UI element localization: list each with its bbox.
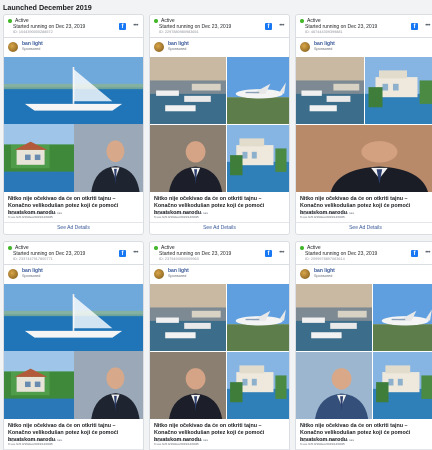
businessman-photo [296,352,372,419]
sponsored-label: Sponsored [314,47,333,51]
ad-link-caption: Nagrada za sve sudionike ove ljetne ture… [300,438,354,446]
ad-media[interactable] [150,57,289,192]
sponsored-label: Sponsored [314,274,333,278]
ad-id: ID: 2297880980983651 [159,30,199,34]
businessman-photo [150,352,226,419]
divider [150,222,289,223]
marina-photo [150,284,226,351]
villa-photo [373,352,432,419]
divider [296,37,432,38]
coastal-house-photo [4,124,74,192]
ad-link-caption: Nagrada za sve sudionike ove ljetne ture… [8,438,62,446]
yacht-photo [4,57,143,124]
active-dot-icon [300,246,304,250]
section-title: Launched December 2019 [3,3,92,12]
yacht-photo [4,284,143,351]
villa-photo [227,125,289,192]
villa-photo [365,57,432,124]
divider [4,222,143,223]
divider [296,264,432,265]
facebook-icon: f [411,250,418,257]
sponsored-label: Sponsored [168,47,187,51]
more-options-icon[interactable]: ••• [425,250,430,256]
ad-media[interactable] [4,57,143,192]
facebook-icon: f [119,250,126,257]
sponsored-label: Sponsored [22,274,41,278]
businessman-photo [74,124,143,192]
more-options-icon[interactable]: ••• [279,250,284,256]
ad-media[interactable] [150,284,289,419]
ad-link-url: fr.vox.hr/0.0/19/dec/2019/14/9045 [300,442,345,446]
avatar[interactable] [300,269,310,279]
ad-card: Active Started running on Dec 23, 2019 I… [149,14,290,235]
villa-photo [227,352,289,419]
ad-link-caption: Nagrada za sve sudionike ove ljetne ture… [154,211,208,219]
businessman-photo [296,125,432,192]
divider [4,264,143,265]
ad-link-url: fr.vox.hr/0.0/19/dec/2019/14/9045 [300,215,345,219]
more-options-icon[interactable]: ••• [279,23,284,29]
active-dot-icon [8,19,12,23]
ad-media[interactable] [296,57,432,192]
facebook-icon: f [411,23,418,30]
ad-grid: Active Started running on Dec 23, 2019 I… [3,14,432,450]
facebook-icon: f [265,23,272,30]
ad-link-caption: Nagrada za sve sudionike ove ljetne ture… [8,211,62,219]
private-jet-photo [227,57,289,124]
ad-id: ID: 2099978897063614 [305,257,345,261]
ad-id: ID: 2337447917600771 [13,257,53,261]
ad-id: ID: 1044390000288572 [13,30,53,34]
see-ad-details-link[interactable]: See Ad Details [4,225,143,231]
ad-media[interactable] [296,284,432,419]
divider [4,37,143,38]
avatar[interactable] [8,269,18,279]
active-dot-icon [8,246,12,250]
ad-link-url: fr.vox.hr/0.0/19/dec/2019/14/9045 [154,442,199,446]
ad-card: Active Started running on Dec 23, 2019 I… [149,241,290,450]
facebook-icon: f [265,250,272,257]
active-dot-icon [154,246,158,250]
ad-id: ID: 467444309399881 [305,30,343,34]
businessman-photo [150,125,226,192]
marina-photo [296,284,372,351]
divider [150,264,289,265]
businessman-photo [74,351,143,419]
more-options-icon[interactable]: ••• [425,23,430,29]
ad-card: Active Started running on Dec 23, 2019 I… [295,14,432,235]
facebook-icon: f [119,23,126,30]
active-dot-icon [300,19,304,23]
ad-link-url: fr.vox.hr/0.0/19/dec/2019/14/9045 [154,215,199,219]
sponsored-label: Sponsored [168,274,187,278]
sponsored-label: Sponsored [22,47,41,51]
coastal-house-photo [4,351,74,419]
divider [150,37,289,38]
ad-link-url: fr.vox.hr/0.0/19/dec/2019/14/9045 [8,215,53,219]
ad-id: ID: 2379494900009963 [159,257,199,261]
avatar[interactable] [154,42,164,52]
avatar[interactable] [8,42,18,52]
ad-card: Active Started running on Dec 23, 2019 I… [3,14,144,235]
ad-link-url: fr.vox.hr/0.0/19/dec/2019/14/9045 [8,442,53,446]
ad-media[interactable] [4,284,143,419]
ad-link-caption: Nagrada za sve sudionike ove ljetne ture… [300,211,354,219]
avatar[interactable] [300,42,310,52]
marina-photo [296,57,364,124]
active-dot-icon [154,19,158,23]
divider [296,222,432,223]
more-options-icon[interactable]: ••• [133,250,138,256]
see-ad-details-link[interactable]: See Ad Details [150,225,289,231]
see-ad-details-link[interactable]: See Ad Details [296,225,432,231]
private-jet-photo [227,284,289,351]
avatar[interactable] [154,269,164,279]
ad-link-caption: Nagrada za sve sudionike ove ljetne ture… [154,438,208,446]
private-jet-photo [373,284,432,351]
more-options-icon[interactable]: ••• [133,23,138,29]
ad-card: Active Started running on Dec 23, 2019 I… [295,241,432,450]
ad-card: Active Started running on Dec 23, 2019 I… [3,241,144,450]
marina-photo [150,57,226,124]
